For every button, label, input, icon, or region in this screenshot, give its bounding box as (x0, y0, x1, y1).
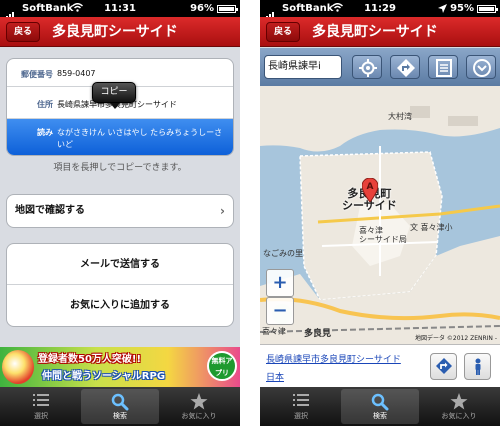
svg-text:A: A (367, 182, 374, 192)
tab-select-label: 選択 (294, 412, 308, 420)
list-icon (2, 389, 80, 411)
person-icon (475, 358, 481, 375)
status-bar: SoftBank 11:31 96% (0, 0, 240, 21)
map-search-input[interactable]: 長崎県諫早i (264, 55, 342, 79)
zoom-out-button[interactable]: − (266, 297, 294, 325)
battery-icon (477, 5, 498, 13)
result-info-bar: 長崎県諫早市多良見町シーサイド 日本 (260, 344, 500, 387)
map-toolbar: 長崎県諫早i (260, 48, 500, 86)
ad-headline: 登録者数50万人突破!! (38, 354, 142, 365)
map-screen: SoftBank 11:29 95% 戻る 多良見町シーサイド 長崎県諫早i 大… (260, 0, 500, 426)
tab-select[interactable]: 選択 (262, 389, 340, 424)
zoom-in-button[interactable]: + (266, 269, 294, 297)
map-label-omura-bay: 大村湾 (388, 112, 412, 121)
battery-percent: 95% (450, 3, 474, 14)
walking-button[interactable] (464, 353, 491, 380)
tab-search[interactable]: 検索 (341, 389, 419, 424)
reading-label: 読み (37, 128, 53, 137)
nav-bar: 戻る 多良見町シーサイド (260, 17, 500, 47)
send-mail-button[interactable]: メールで送信する (7, 244, 233, 285)
tab-favorites[interactable]: お気に入り (160, 389, 238, 424)
status-bar: SoftBank 11:29 95% (260, 0, 500, 21)
nav-bar: 戻る 多良見町シーサイド (0, 17, 240, 47)
search-icon (81, 389, 159, 411)
star-icon (160, 389, 238, 411)
mascot-image (2, 350, 34, 384)
reading-value: ながさきけん いさはやし たらみちょうしーさいど (57, 128, 223, 149)
page-title: 多良見町シーサイド (52, 24, 178, 40)
directions-icon (397, 59, 415, 77)
tab-favorites[interactable]: お気に入り (420, 389, 498, 424)
result-country-link[interactable]: 日本 (266, 370, 284, 383)
ad-banner[interactable]: 登録者数50万人突破!! 仲間と戦うソーシャルRPG 無料アプリ (0, 347, 240, 387)
tab-search-label: 検索 (373, 412, 387, 420)
copy-popup[interactable]: コピー (92, 82, 136, 109)
map-credit: 地図データ ©2012 ZENRIN - (415, 335, 497, 342)
battery-icon (217, 5, 238, 13)
copy-hint: 項目を長押しでコピーできます。 (53, 163, 187, 173)
tab-select-label: 選択 (34, 412, 48, 420)
map-label-kikitsu-school: 文 喜々津小 (410, 223, 453, 232)
reading-row[interactable]: 読み ながさきけん いさはやし たらみちょうしーさいど (7, 119, 233, 155)
locate-button[interactable] (352, 55, 382, 79)
list-view-button[interactable] (428, 55, 458, 79)
list-icon (262, 389, 340, 411)
crosshair-icon (359, 59, 377, 77)
map-check-group: 地図で確認する › (6, 194, 234, 228)
address-detail-group: 郵便番号 859-0407 住所 長崎県諫早市多良見町シーサイド 読み ながさき… (6, 58, 234, 156)
add-favorite-button[interactable]: お気に入りに追加する (7, 285, 233, 326)
zip-label: 郵便番号 (21, 70, 53, 79)
page-title: 多良見町シーサイド (312, 24, 438, 40)
map-label-kikitsu: 喜々津 (262, 327, 286, 336)
action-group: メールで送信する お気に入りに追加する (6, 243, 234, 327)
tab-search[interactable]: 検索 (81, 389, 159, 424)
tab-search-label: 検索 (113, 412, 127, 420)
zip-value: 859-0407 (57, 69, 96, 78)
document-list-icon (436, 59, 452, 77)
detail-screen: SoftBank 11:31 96% 戻る 多良見町シーサイド 郵便番号 859… (0, 0, 240, 426)
address-label: 住所 (37, 100, 53, 109)
tab-bar: 選択 検索 お気に入り (260, 387, 500, 426)
map-view[interactable]: 大村湾 文 喜々津小 喜々津 シーサイド局 なごみの里 多良見 喜々津 多良見町… (260, 86, 500, 344)
star-icon (420, 389, 498, 411)
tab-favorites-label: お気に入り (181, 412, 217, 420)
ad-subline: 仲間と戦うソーシャルRPG (42, 371, 166, 382)
result-title-link[interactable]: 長崎県諫早市多良見町シーサイド (266, 352, 401, 365)
tab-bar: 選択 検索 お気に入り (0, 387, 240, 426)
tab-favorites-label: お気に入り (441, 412, 477, 420)
back-button[interactable]: 戻る (6, 22, 41, 42)
back-button[interactable]: 戻る (266, 22, 301, 42)
map-check-label: 地図で確認する (15, 205, 85, 216)
map-label-post-office: 喜々津 シーサイド局 (359, 226, 407, 244)
free-app-badge: 無料アプリ (207, 351, 237, 381)
map-tiles (260, 86, 500, 344)
search-icon (341, 389, 419, 411)
route-button[interactable] (390, 55, 420, 79)
map-check-button[interactable]: 地図で確認する › (7, 195, 233, 227)
chevron-down-icon (473, 59, 491, 77)
more-options-button[interactable] (466, 55, 496, 79)
tab-select[interactable]: 選択 (2, 389, 80, 424)
location-arrow-icon (438, 4, 447, 13)
directions-icon (436, 358, 452, 374)
location-pin-icon[interactable]: A (362, 178, 378, 202)
chevron-right-icon: › (220, 204, 225, 218)
battery-percent: 96% (190, 3, 214, 14)
directions-button[interactable] (430, 353, 457, 380)
map-label-tarami: 多良見 (304, 329, 332, 339)
map-label-nagomi: なごみの里 (263, 249, 303, 258)
